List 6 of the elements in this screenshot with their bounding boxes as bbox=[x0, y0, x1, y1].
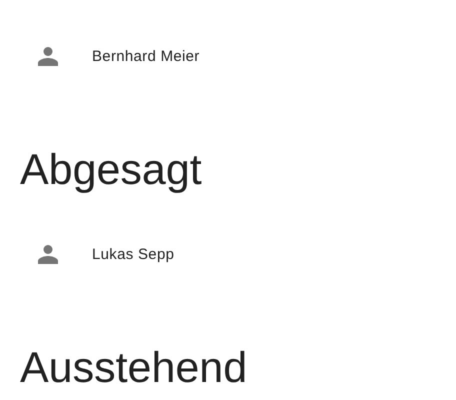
section-heading: Ausstehend bbox=[20, 343, 248, 394]
person-name: Bernhard Meier bbox=[92, 48, 200, 64]
person-name: Lukas Sepp bbox=[92, 246, 174, 262]
person-icon bbox=[38, 244, 58, 264]
section-heading: Abgesagt bbox=[20, 145, 203, 196]
person-icon bbox=[38, 46, 58, 66]
